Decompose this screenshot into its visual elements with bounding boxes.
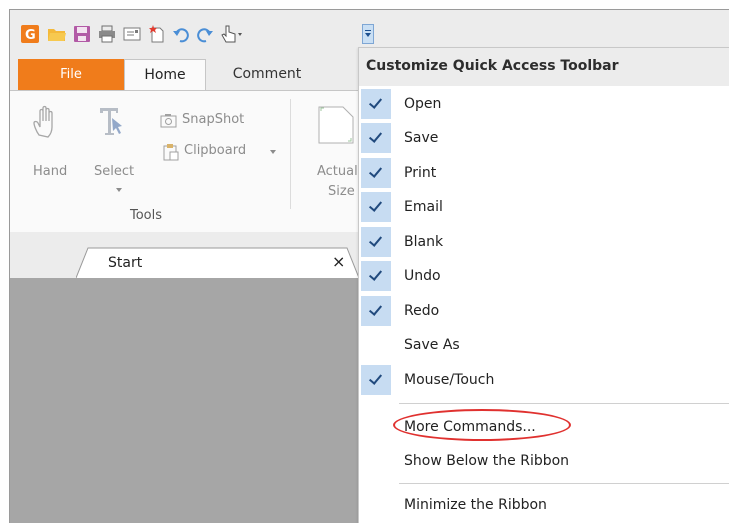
checkmark-icon	[361, 227, 391, 257]
menu-item-label: Blank	[404, 234, 444, 250]
menu-item-redo[interactable]: Redo	[359, 295, 729, 329]
menu-item-label: Open	[404, 96, 442, 112]
close-tab-icon[interactable]: ×	[332, 252, 345, 271]
menu-item-mouse-touch[interactable]: Mouse/Touch	[359, 364, 729, 398]
tab-home[interactable]: Home	[124, 59, 206, 91]
select-dropdown-arrow-icon[interactable]	[116, 188, 122, 192]
snapshot-label[interactable]: SnapShot	[182, 112, 244, 127]
menu-item-show-below-ribbon[interactable]: Show Below the Ribbon	[359, 445, 729, 479]
tab-file[interactable]: File	[18, 59, 124, 90]
redo-icon[interactable]	[196, 25, 214, 43]
actual-size-label-2[interactable]: Size	[328, 184, 355, 199]
menu-item-label: Undo	[404, 268, 441, 284]
menu-header: Customize Quick Access Toolbar	[359, 48, 729, 86]
menu-item-label: Save As	[404, 337, 460, 353]
actual-size-icon[interactable]	[317, 105, 357, 149]
email-icon[interactable]	[123, 25, 141, 43]
menu-item-minimize-ribbon[interactable]: Minimize the Ribbon	[359, 489, 729, 523]
highlight-annotation-oval	[393, 409, 571, 441]
clipboard-icon[interactable]	[162, 143, 180, 165]
clipboard-dropdown-arrow-icon[interactable]	[270, 150, 276, 154]
blank-document-icon[interactable]	[148, 25, 166, 43]
checkmark-icon	[361, 296, 391, 326]
menu-item-blank[interactable]: Blank	[359, 226, 729, 260]
menu-item-label: Save	[404, 130, 439, 146]
customize-qat-menu: Customize Quick Access Toolbar Open Save…	[358, 47, 729, 523]
open-folder-icon[interactable]	[47, 25, 66, 43]
customize-qat-dropdown-button[interactable]	[362, 24, 374, 44]
save-icon[interactable]	[73, 25, 91, 43]
checkmark-icon	[361, 89, 391, 119]
document-tab-start[interactable]: Start ×	[76, 246, 359, 278]
checkmark-icon	[361, 365, 391, 395]
menu-item-label: Minimize the Ribbon	[404, 497, 547, 513]
menu-item-email[interactable]: Email	[359, 191, 729, 225]
tools-group-label: Tools	[130, 208, 163, 223]
clipboard-label[interactable]: Clipboard	[184, 143, 246, 158]
menu-title: Customize Quick Access Toolbar	[366, 58, 619, 74]
menu-item-print[interactable]: Print	[359, 157, 729, 191]
checkmark-icon	[361, 123, 391, 153]
menu-item-label: Redo	[404, 303, 440, 319]
menu-separator	[399, 403, 729, 404]
menu-item-label: Mouse/Touch	[404, 372, 495, 388]
hand-tool-label: Hand	[33, 164, 68, 179]
menu-item-undo[interactable]: Undo	[359, 260, 729, 294]
undo-icon[interactable]	[172, 25, 190, 43]
snapshot-icon[interactable]	[160, 113, 178, 133]
menu-separator	[399, 483, 729, 484]
svg-text:G: G	[25, 28, 36, 43]
menu-item-open[interactable]: Open	[359, 88, 729, 122]
document-tab-label: Start	[108, 255, 143, 271]
print-icon[interactable]	[98, 25, 116, 43]
select-tool-label[interactable]: Select	[94, 164, 134, 179]
menu-item-save-as[interactable]: Save As	[359, 329, 729, 363]
checkmark-icon	[361, 192, 391, 222]
menu-item-label: Print	[404, 165, 437, 181]
menu-item-save[interactable]: Save	[359, 122, 729, 156]
hand-tool-icon[interactable]	[32, 105, 62, 145]
actual-size-label-1[interactable]: Actual	[317, 164, 358, 179]
checkmark-icon	[361, 261, 391, 291]
app-logo-icon[interactable]: G	[21, 25, 39, 43]
tab-comment[interactable]: Comment	[217, 59, 317, 90]
checkmark-icon	[361, 158, 391, 188]
select-tool-icon[interactable]	[98, 105, 128, 145]
menu-item-label: Show Below the Ribbon	[404, 453, 570, 469]
menu-item-label: Email	[404, 199, 443, 215]
ribbon-separator	[290, 99, 291, 209]
mouse-touch-icon[interactable]	[221, 25, 243, 43]
